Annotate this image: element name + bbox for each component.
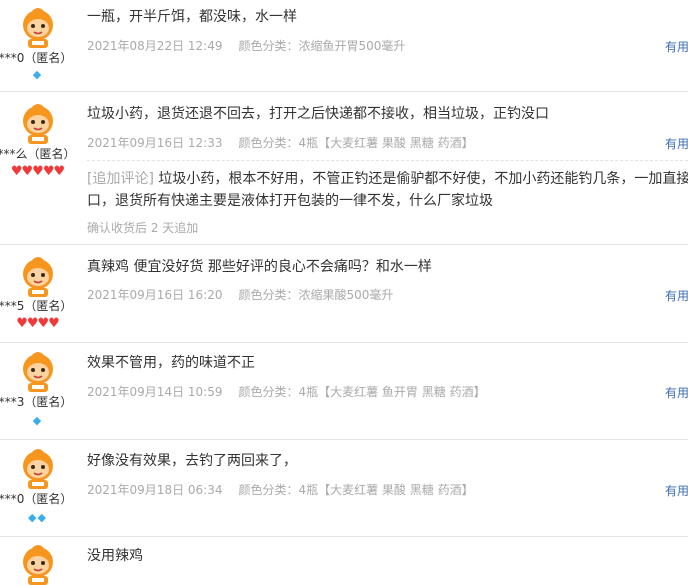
user-avatar[interactable] (19, 8, 57, 48)
review-sku: 颜色分类：浓缩鱼开胃500毫升 (238, 39, 406, 53)
review-content: 垃圾小药，退货还退不回去，打开之后快递都不接收，相当垃圾，正钓没口 (87, 106, 549, 122)
review-content: 一瓶，开半斤饵，都没味，水一样 (87, 9, 297, 25)
review-item: 没用辣鸡 (0, 537, 688, 570)
review-date: 2021年08月22日 12:49 (87, 39, 223, 53)
review-meta: 2021年09月14日 10:59 颜色分类：4瓶【大麦红薯 鱼开胃 黑糖 药酒】 (87, 384, 486, 400)
username: t***0（匿名） (0, 492, 73, 506)
avatar-image (19, 449, 57, 489)
rank-heart-icon: ♥♥♥♥♥ (0, 164, 75, 179)
review-content: 真辣鸡 便宜没好货 那些好评的良心不会痛吗？和水一样 (87, 259, 432, 275)
avatar-image (19, 257, 57, 297)
rank-diamond-icon: ◆ (0, 67, 75, 81)
diamond-icon: ◆◆ (28, 511, 47, 524)
user-avatar[interactable] (19, 104, 57, 144)
rank-heart-icon: ♥♥♥♥ (0, 316, 75, 331)
review-item: t***3（匿名） ◆ 效果不管用，药的味道不正 2021年09月14日 10:… (0, 343, 688, 440)
heart-icon: ♥♥♥♥ (16, 316, 60, 331)
review-content: 好像没有效果，去钓了两回来了， (87, 453, 297, 469)
review-meta: 2021年09月16日 12:33 颜色分类：4瓶【大麦红薯 果酸 黑糖 药酒】 (87, 135, 474, 151)
review-sku: 颜色分类：4瓶【大麦红薯 果酸 黑糖 药酒】 (238, 483, 474, 497)
append-text-line2: 口，退货所有快递主要是液体打开包装的一律不发，什么厂家垃圾 (87, 193, 493, 209)
avatar-image (19, 8, 57, 48)
append-divider (87, 160, 688, 161)
rank-diamond-icon: ◆◆ (0, 510, 75, 524)
review-sku: 颜色分类：4瓶【大麦红薯 鱼开胃 黑糖 药酒】 (238, 385, 486, 399)
user-avatar[interactable] (19, 545, 57, 585)
review-date: 2021年09月16日 12:33 (87, 136, 223, 150)
review-sku: 颜色分类：浓缩果酸500毫升 (238, 288, 394, 302)
append-text-line1: 垃圾小药，根本不好用，不管正钓还是偷驴都不好使，不加小药还能钓几条，一加直接 (153, 171, 688, 187)
username: t***0（匿名） (0, 51, 73, 65)
review-item: J***么（匿名） ♥♥♥♥♥ 垃圾小药，退货还退不回去，打开之后快递都不接收，… (0, 92, 688, 245)
review-meta: 2021年09月18日 06:34 颜色分类：4瓶【大麦红薯 果酸 黑糖 药酒】 (87, 482, 474, 498)
review-content: 效果不管用，药的味道不正 (87, 355, 255, 371)
append-comment: [追加评论] 垃圾小药，根本不好用，不管正钓还是偷驴都不好使，不加小药还能钓几条… (87, 168, 688, 212)
useful-button[interactable]: 有用 (665, 483, 688, 499)
useful-button[interactable]: 有用 (665, 39, 688, 55)
review-meta: 2021年09月16日 16:20 颜色分类：浓缩果酸500毫升 (87, 287, 393, 303)
append-tag: [追加评论] (87, 171, 154, 187)
useful-button[interactable]: 有用 (665, 385, 688, 401)
user-avatar[interactable] (19, 352, 57, 392)
append-time: 确认收货后 2 天追加 (87, 221, 199, 235)
useful-button[interactable]: 有用 (665, 288, 688, 304)
review-sku: 颜色分类：4瓶【大麦红薯 果酸 黑糖 药酒】 (238, 136, 474, 150)
avatar-image (19, 545, 57, 585)
review-item: t***0（匿名） ◆◆ 好像没有效果，去钓了两回来了， 2021年09月18日… (0, 440, 688, 537)
user-avatar[interactable] (19, 257, 57, 297)
review-date: 2021年09月18日 06:34 (87, 483, 223, 497)
username: J***么（匿名） (0, 147, 76, 161)
username: t***5（匿名） (0, 299, 73, 313)
diamond-icon: ◆ (32, 68, 43, 81)
review-date: 2021年09月14日 10:59 (87, 385, 223, 399)
heart-icon: ♥♥♥♥♥ (10, 164, 65, 179)
avatar-image (19, 104, 57, 144)
username: t***3（匿名） (0, 395, 73, 409)
rank-diamond-icon: ◆ (0, 413, 75, 427)
review-meta: 2021年08月22日 12:49 颜色分类：浓缩鱼开胃500毫升 (87, 38, 405, 54)
review-date: 2021年09月16日 16:20 (87, 288, 223, 302)
useful-button[interactable]: 有用 (665, 136, 688, 152)
review-content: 没用辣鸡 (87, 548, 143, 564)
review-item: t***5（匿名） ♥♥♥♥ 真辣鸡 便宜没好货 那些好评的良心不会痛吗？和水一… (0, 245, 688, 343)
avatar-image (19, 352, 57, 392)
review-item: t***0（匿名） ◆ 一瓶，开半斤饵，都没味，水一样 2021年08月22日 … (0, 0, 688, 92)
diamond-icon: ◆ (32, 414, 43, 427)
user-avatar[interactable] (19, 449, 57, 489)
